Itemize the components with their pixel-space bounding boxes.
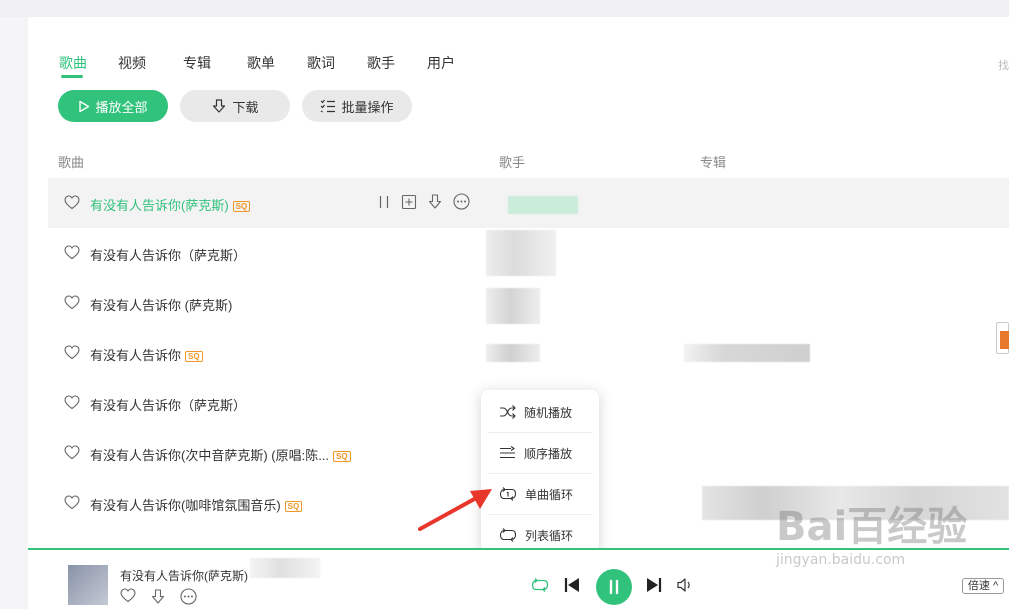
volume-icon[interactable] bbox=[676, 577, 694, 593]
annotation-arrow bbox=[418, 489, 492, 531]
tab-songs[interactable]: 歌曲 bbox=[59, 53, 87, 73]
play-all-button[interactable]: 播放全部 bbox=[58, 90, 168, 122]
repeat-one-icon bbox=[499, 487, 517, 501]
tab-lyrics[interactable]: 歌词 bbox=[307, 53, 335, 73]
heart-icon[interactable] bbox=[64, 495, 80, 510]
song-title[interactable]: 有没有人告诉你（萨克斯） bbox=[90, 245, 246, 264]
download-icon[interactable] bbox=[150, 588, 166, 605]
shuffle-icon bbox=[500, 405, 516, 419]
sidebar-strip bbox=[0, 17, 28, 609]
pause-icon bbox=[609, 579, 619, 595]
play-mode-label: 随机播放 bbox=[524, 405, 573, 420]
watermark-logo-text: Bai百经验 bbox=[776, 504, 968, 550]
singer-redacted bbox=[486, 230, 556, 276]
heart-icon[interactable] bbox=[64, 245, 80, 260]
more-icon[interactable] bbox=[180, 588, 197, 605]
heart-icon[interactable] bbox=[120, 588, 136, 603]
repeat-list-icon bbox=[499, 528, 517, 542]
column-header-album: 专辑 bbox=[700, 155, 727, 170]
play-mode-menu: 随机播放 顺序播放 单曲循环 列表循环 bbox=[481, 390, 599, 552]
row-actions bbox=[377, 193, 470, 210]
sq-badge: SQ bbox=[185, 351, 203, 363]
list-check-icon bbox=[321, 99, 336, 113]
column-header-singer: 歌手 bbox=[499, 155, 526, 170]
song-row[interactable]: 有没有人告诉你 SQ bbox=[48, 328, 1009, 378]
previous-track-icon[interactable] bbox=[564, 577, 580, 593]
now-playing-actions bbox=[120, 588, 197, 605]
next-track-icon[interactable] bbox=[646, 577, 662, 593]
playback-speed-button[interactable]: 倍速 ^ bbox=[962, 578, 1004, 594]
tab-users[interactable]: 用户 bbox=[427, 53, 455, 73]
chevron-up-icon: ^ bbox=[989, 580, 999, 592]
heart-icon[interactable] bbox=[64, 395, 80, 410]
window-top-bar bbox=[0, 0, 1009, 17]
song-row[interactable]: 有没有人告诉你(萨克斯) SQ bbox=[48, 178, 1009, 228]
pause-button[interactable] bbox=[596, 569, 632, 605]
tab-albums[interactable]: 专辑 bbox=[183, 53, 211, 73]
song-title[interactable]: 有没有人告诉你 (萨克斯) bbox=[90, 295, 232, 314]
play-mode-sequential[interactable]: 顺序播放 bbox=[481, 433, 599, 473]
song-title[interactable]: 有没有人告诉你 SQ bbox=[90, 345, 203, 364]
heart-icon[interactable] bbox=[64, 445, 80, 460]
add-icon[interactable] bbox=[401, 194, 417, 210]
download-button[interactable]: 下载 bbox=[180, 90, 290, 122]
now-playing-singer-redacted bbox=[250, 558, 320, 578]
repeat-mode-icon[interactable] bbox=[531, 577, 549, 593]
album-redacted bbox=[684, 344, 810, 362]
speed-label: 倍速 bbox=[967, 580, 990, 592]
play-all-label: 播放全部 bbox=[95, 99, 148, 115]
download-icon bbox=[213, 99, 226, 113]
search-hint-text: 找 bbox=[998, 60, 1009, 72]
singer-redacted bbox=[486, 288, 540, 324]
heart-icon[interactable] bbox=[64, 295, 80, 310]
song-row[interactable]: 有没有人告诉你（萨克斯） bbox=[48, 228, 1009, 278]
song-row[interactable]: 有没有人告诉你 (萨克斯) bbox=[48, 278, 1009, 328]
song-title[interactable]: 有没有人告诉你(萨克斯) SQ bbox=[90, 195, 251, 214]
play-mode-label: 单曲循环 bbox=[525, 487, 574, 502]
song-title[interactable]: 有没有人告诉你(咖啡馆氛围音乐) SQ bbox=[90, 495, 303, 514]
batch-operation-label: 批量操作 bbox=[341, 99, 394, 115]
sequence-icon bbox=[500, 446, 515, 459]
play-mode-repeat-one[interactable]: 单曲循环 bbox=[481, 474, 599, 514]
active-tab-indicator bbox=[61, 75, 83, 78]
heart-icon[interactable] bbox=[64, 345, 80, 360]
play-mode-shuffle[interactable]: 随机播放 bbox=[481, 392, 599, 432]
play-mode-label: 列表循环 bbox=[525, 528, 574, 543]
side-widget-icon[interactable] bbox=[996, 322, 1009, 354]
more-icon[interactable] bbox=[453, 193, 470, 210]
sq-badge: SQ bbox=[333, 451, 351, 463]
sq-badge: SQ bbox=[284, 501, 303, 513]
now-playing-title[interactable]: 有没有人告诉你(萨克斯) bbox=[120, 567, 248, 584]
pause-icon[interactable] bbox=[377, 194, 391, 210]
song-title[interactable]: 有没有人告诉你(次中音萨克斯) (原唱:陈... SQ bbox=[90, 445, 351, 464]
heart-icon[interactable] bbox=[64, 195, 80, 210]
tab-videos[interactable]: 视频 bbox=[118, 53, 146, 73]
sq-badge: SQ bbox=[232, 201, 251, 213]
play-icon bbox=[79, 100, 90, 112]
tab-playlists[interactable]: 歌单 bbox=[247, 53, 275, 73]
singer-redacted bbox=[508, 196, 578, 214]
download-label: 下载 bbox=[232, 99, 259, 115]
download-icon[interactable] bbox=[427, 193, 443, 210]
play-mode-label: 顺序播放 bbox=[524, 446, 573, 461]
album-cover[interactable] bbox=[68, 565, 108, 605]
batch-operation-button[interactable]: 批量操作 bbox=[302, 90, 412, 122]
column-header-song: 歌曲 bbox=[58, 155, 85, 170]
tab-singers[interactable]: 歌手 bbox=[367, 53, 395, 73]
singer-redacted bbox=[486, 344, 540, 362]
song-title[interactable]: 有没有人告诉你（萨克斯） bbox=[90, 395, 246, 414]
watermark-url: jingyan.baidu.com bbox=[776, 552, 906, 568]
